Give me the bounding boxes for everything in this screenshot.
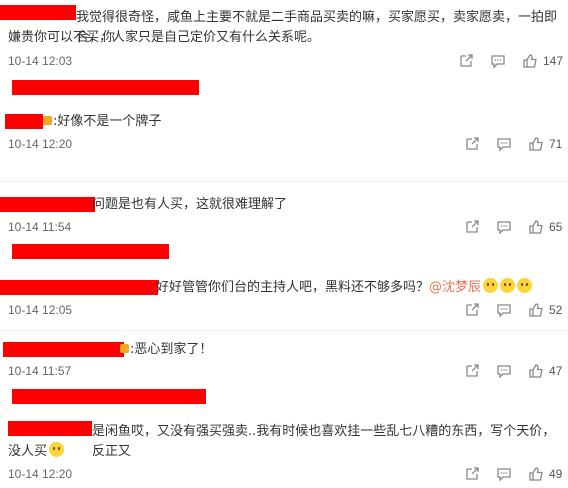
redacted-username (3, 342, 124, 357)
comment-icon[interactable] (496, 136, 512, 152)
redacted-username (8, 421, 92, 436)
share-icon[interactable] (464, 219, 480, 235)
comment-timestamp: 10-14 11:57 (8, 364, 72, 378)
comment-meta: 10-14 11:57 47 (8, 361, 568, 381)
comment-text-continued: 没人买 (8, 442, 558, 462)
comment-icon[interactable] (496, 363, 512, 379)
vip-badge-icon (43, 116, 52, 125)
comment-icon[interactable] (490, 53, 506, 69)
share-icon[interactable] (458, 53, 474, 69)
like-count: 147 (543, 54, 564, 68)
like-icon[interactable] (528, 466, 544, 482)
comment-meta: 10-14 12:20 71 (8, 134, 568, 154)
comment-text: 问题是也有人买，这就很难理解了 (92, 197, 288, 212)
comment-timestamp: 10-14 12:05 (8, 303, 73, 317)
redacted-reply (12, 389, 206, 404)
like-icon[interactable] (528, 219, 544, 235)
share-icon[interactable] (464, 466, 480, 482)
share-icon[interactable] (464, 302, 480, 318)
comment-meta: 10-14 11:54 65 (8, 217, 568, 237)
comment-meta: 10-14 12:05 52 (8, 300, 568, 320)
emoji-icon (483, 278, 499, 293)
comment-meta: 10-14 12:20 49 (8, 464, 568, 484)
emoji-icon (500, 278, 516, 293)
redacted-username (0, 280, 158, 295)
like-icon[interactable] (528, 363, 544, 379)
comment-text: :恶心到家了！ (120, 340, 558, 360)
like-icon[interactable] (528, 302, 544, 318)
like-count: 49 (549, 467, 563, 481)
comment-timestamp: 10-14 11:54 (8, 220, 72, 234)
like-count: 65 (549, 220, 563, 234)
like-count: 47 (549, 364, 563, 378)
comment-timestamp: 10-14 12:03 (8, 54, 73, 68)
comment-icon[interactable] (496, 466, 512, 482)
comment-text: 好好管管你们台的主持人吧，黑料还不够多吗？@沈梦辰 (156, 278, 558, 298)
comment-icon[interactable] (496, 219, 512, 235)
emoji-icon (517, 278, 533, 293)
mention-link[interactable]: @沈梦辰 (429, 280, 481, 295)
redacted-username (5, 114, 43, 129)
redacted-reply (12, 244, 169, 259)
comment-timestamp: 10-14 12:20 (8, 467, 73, 481)
like-count: 71 (549, 137, 563, 151)
like-icon[interactable] (528, 136, 544, 152)
vip-badge-icon (120, 344, 129, 353)
redacted-username (0, 197, 95, 212)
emoji-icon (49, 442, 65, 457)
divider (0, 330, 568, 331)
comment-text: :好像不是一个牌子 (43, 112, 558, 132)
share-icon[interactable] (464, 363, 480, 379)
like-icon[interactable] (522, 53, 538, 69)
redacted-username (0, 5, 76, 20)
share-icon[interactable] (464, 136, 480, 152)
like-count: 52 (549, 303, 563, 317)
comment-meta: 10-14 12:03 147 (8, 51, 568, 71)
comment-icon[interactable] (496, 302, 512, 318)
redacted-reply (12, 80, 199, 95)
comment-timestamp: 10-14 12:20 (8, 137, 73, 151)
comment-text-continued: 嫌贵你可以不买，人家只是自己定价又有什么关系呢。 (8, 30, 321, 45)
divider (0, 181, 568, 182)
